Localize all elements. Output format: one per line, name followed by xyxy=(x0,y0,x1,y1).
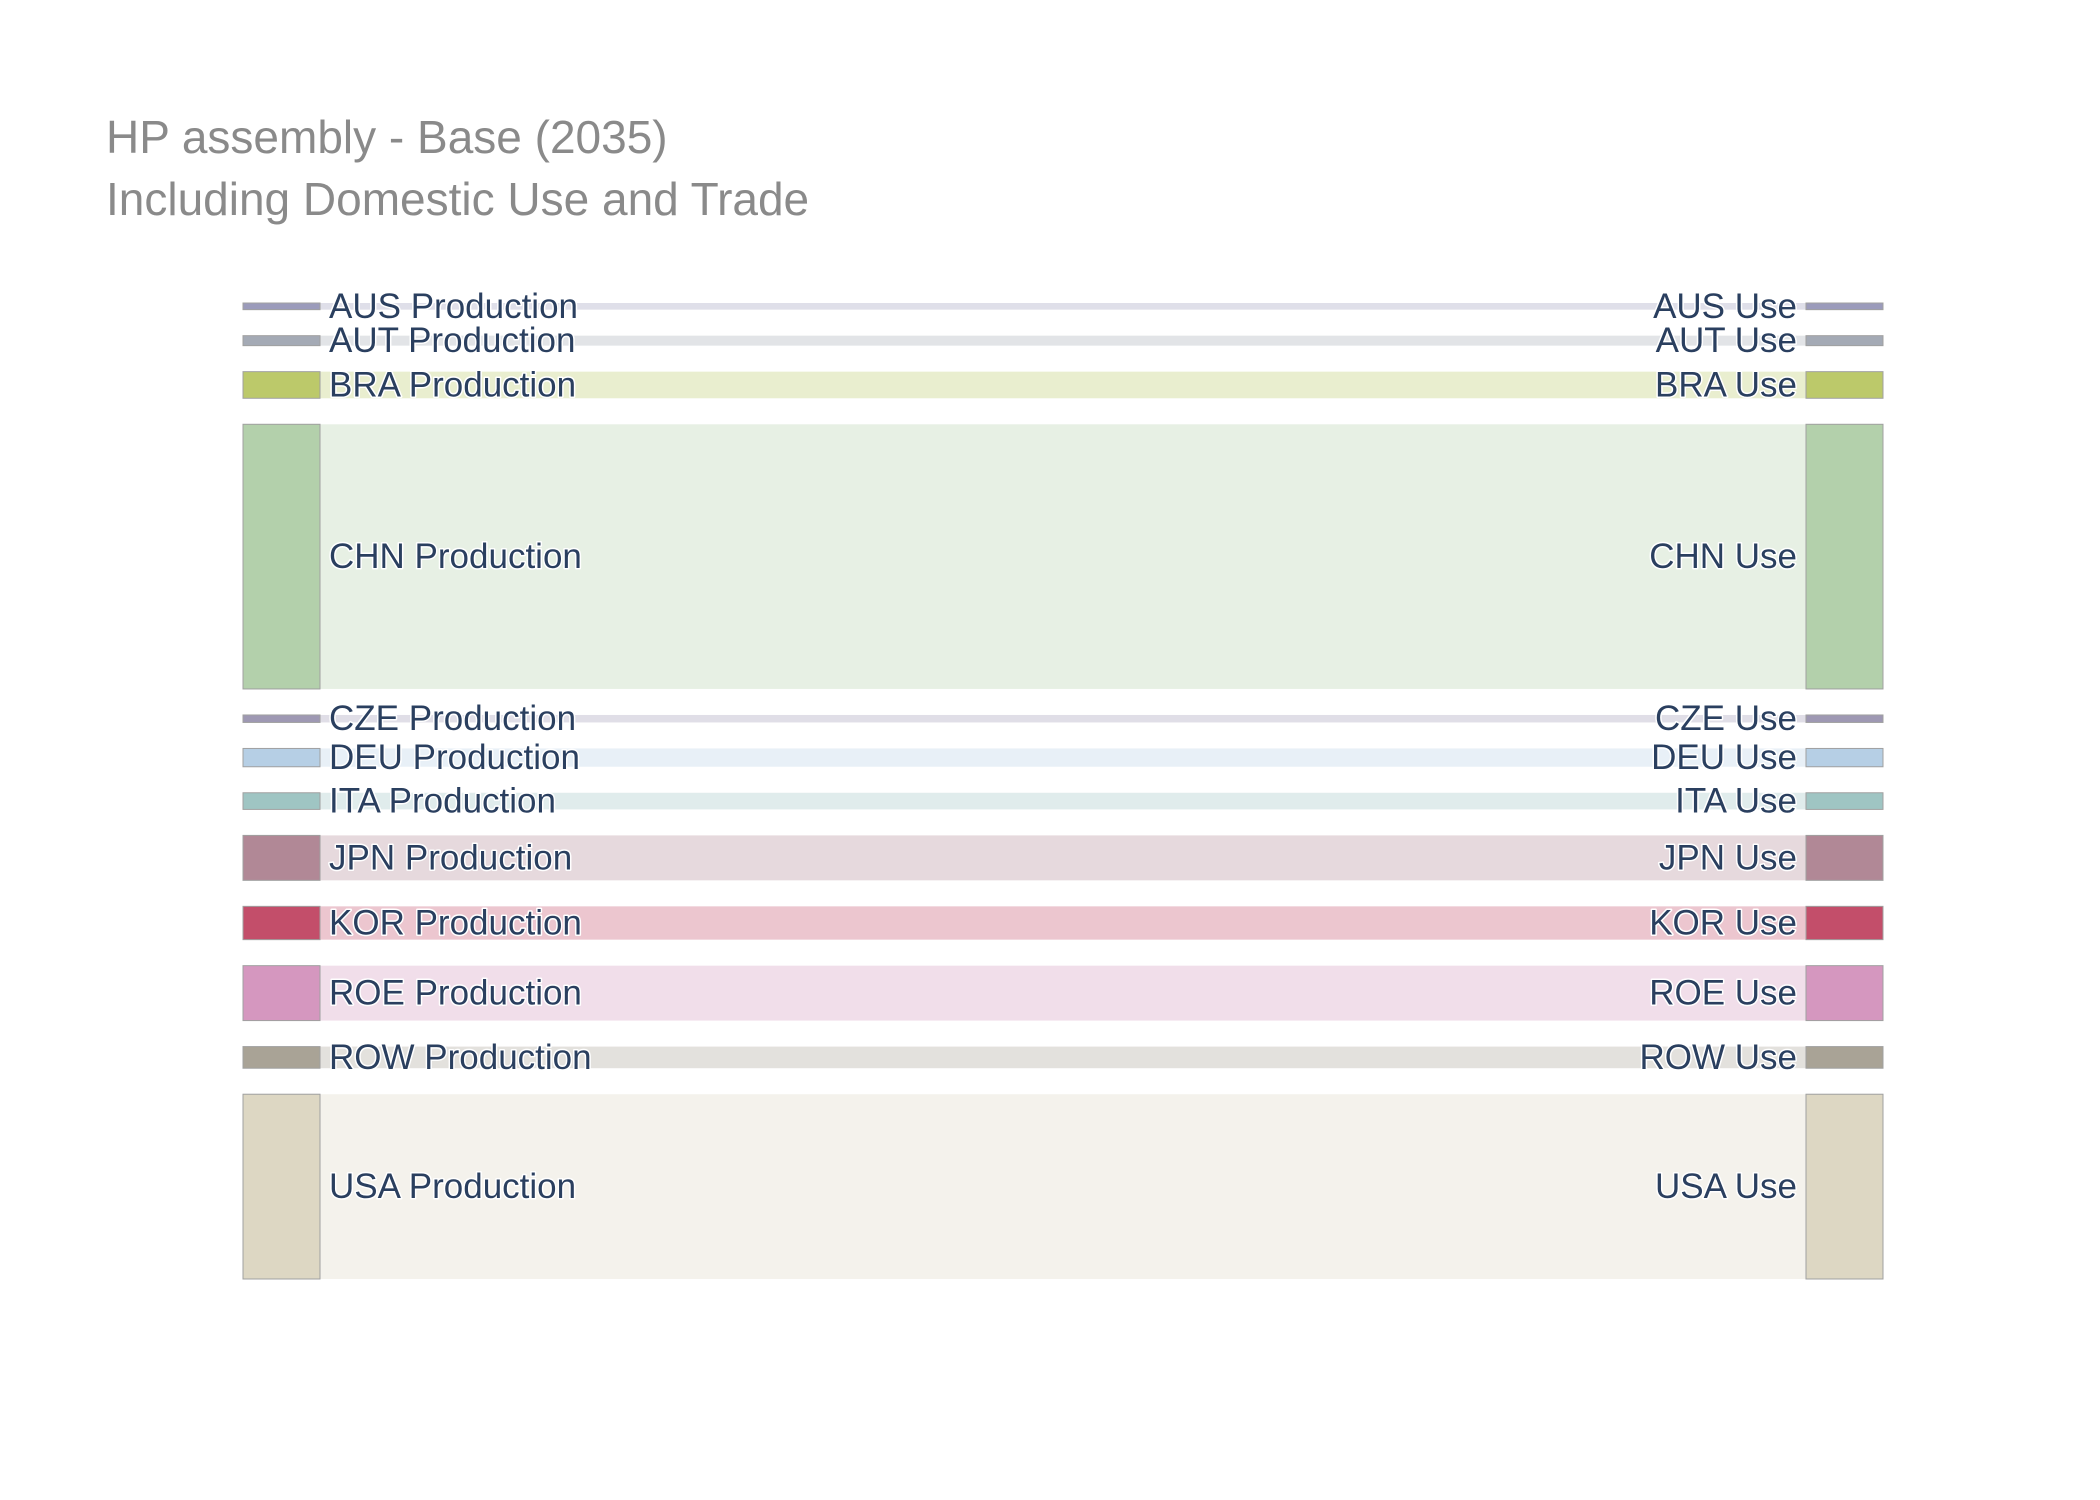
node-aus-production[interactable] xyxy=(242,302,321,311)
node-label-ita-use: ITA Use xyxy=(1675,782,1797,821)
node-chn-use[interactable] xyxy=(1805,423,1884,690)
node-ita-production[interactable] xyxy=(242,792,321,810)
node-label-aus-production: AUS Production xyxy=(329,287,578,326)
node-label-row-production: ROW Production xyxy=(329,1038,592,1077)
node-label-jpn-use: JPN Use xyxy=(1659,838,1797,877)
node-kor-production[interactable] xyxy=(242,905,321,941)
node-label-ita-production: ITA Production xyxy=(329,782,556,821)
node-label-usa-production: USA Production xyxy=(329,1167,576,1206)
node-label-cze-use: CZE Use xyxy=(1655,699,1797,738)
node-label-chn-production: CHN Production xyxy=(329,537,582,576)
node-row-use[interactable] xyxy=(1805,1046,1884,1069)
node-label-jpn-production: JPN Production xyxy=(329,838,572,877)
node-cze-production[interactable] xyxy=(242,714,321,723)
node-label-bra-use: BRA Use xyxy=(1655,365,1797,404)
node-label-chn-use: CHN Use xyxy=(1649,537,1797,576)
node-label-roe-production: ROE Production xyxy=(329,974,582,1013)
node-roe-production[interactable] xyxy=(242,965,321,1022)
node-jpn-production[interactable] xyxy=(242,834,321,881)
node-label-bra-production: BRA Production xyxy=(329,365,576,404)
node-bra-use[interactable] xyxy=(1805,371,1884,399)
node-kor-use[interactable] xyxy=(1805,905,1884,941)
node-aut-production[interactable] xyxy=(242,335,321,347)
node-label-deu-use: DEU Use xyxy=(1651,738,1797,777)
node-ita-use[interactable] xyxy=(1805,792,1884,810)
node-cze-use[interactable] xyxy=(1805,714,1884,723)
node-label-row-use: ROW Use xyxy=(1640,1038,1798,1077)
node-label-roe-use: ROE Use xyxy=(1649,974,1797,1013)
node-label-aut-production: AUT Production xyxy=(329,321,575,360)
node-label-kor-use: KOR Use xyxy=(1649,904,1797,943)
node-usa-production[interactable] xyxy=(242,1093,321,1280)
node-label-aut-use: AUT Use xyxy=(1656,321,1797,360)
node-aus-use[interactable] xyxy=(1805,302,1884,311)
sankey-diagram: AUS Production AUS Use AUT Production AUT U… xyxy=(242,285,1884,1280)
node-deu-production[interactable] xyxy=(242,747,321,768)
node-label-cze-production: CZE Production xyxy=(329,699,576,738)
node-label-kor-production: KOR Production xyxy=(329,904,582,943)
node-aut-use[interactable] xyxy=(1805,335,1884,347)
node-roe-use[interactable] xyxy=(1805,965,1884,1022)
node-label-deu-production: DEU Production xyxy=(329,738,580,777)
node-label-usa-use: USA Use xyxy=(1655,1167,1797,1206)
node-label-aus-use: AUS Use xyxy=(1653,287,1797,326)
node-chn-production[interactable] xyxy=(242,423,321,690)
node-row-production[interactable] xyxy=(242,1046,321,1069)
node-bra-production[interactable] xyxy=(242,371,321,399)
node-jpn-use[interactable] xyxy=(1805,834,1884,881)
node-usa-use[interactable] xyxy=(1805,1093,1884,1280)
node-deu-use[interactable] xyxy=(1805,747,1884,768)
